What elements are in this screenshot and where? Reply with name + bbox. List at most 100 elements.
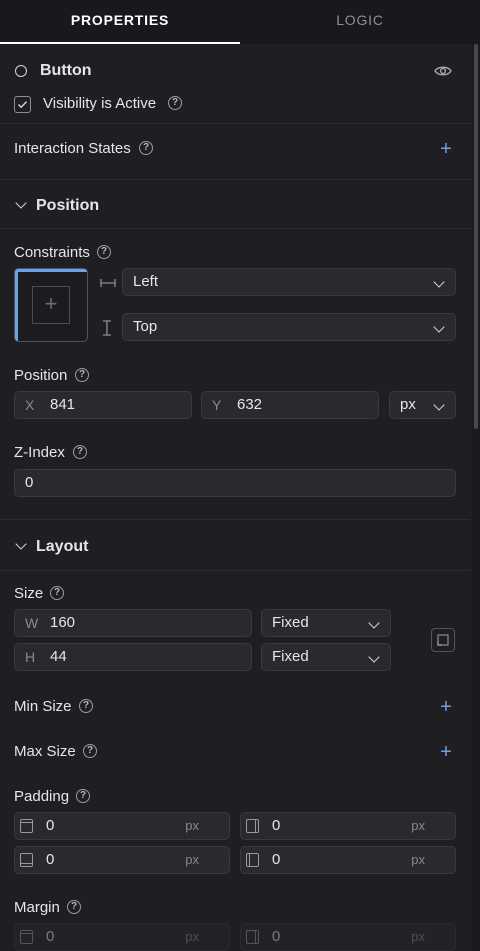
chevron-down-icon: [368, 617, 380, 629]
help-icon[interactable]: ?: [75, 368, 89, 382]
z-index-label: Z-Index: [14, 444, 65, 461]
divider: [0, 228, 470, 229]
width-input[interactable]: W 160: [14, 609, 252, 637]
padding-right-input[interactable]: 0 px: [240, 812, 456, 840]
help-icon[interactable]: ?: [76, 789, 90, 803]
scrollbar-thumb[interactable]: [474, 44, 478, 429]
help-icon[interactable]: ?: [67, 900, 81, 914]
z-index-value: 0: [25, 474, 34, 491]
padding-top-input[interactable]: 0 px: [14, 812, 230, 840]
divider: [0, 570, 470, 571]
add-interaction-state-icon[interactable]: +: [438, 139, 454, 159]
vertical-constraint-select[interactable]: Top: [122, 313, 456, 341]
margin-top-icon: [20, 930, 33, 944]
margin-right-input[interactable]: 0 px: [240, 923, 456, 951]
position-y-value: 632: [237, 396, 263, 413]
margin-top-value: 0: [46, 928, 55, 945]
vertical-constraint-value: Top: [133, 318, 158, 335]
padding-bottom-unit: px: [185, 852, 199, 867]
vertical-constraint-icon: [101, 320, 113, 336]
add-min-size-icon[interactable]: +: [438, 697, 454, 717]
padding-right-icon: [246, 819, 259, 833]
width-value: 160: [50, 614, 76, 631]
padding-label: Padding: [14, 788, 70, 805]
position-label: Position: [14, 367, 68, 384]
h-label: H: [25, 649, 36, 665]
chevron-down-icon: [433, 399, 445, 411]
component-type-icon: [15, 65, 27, 77]
tab-properties-label: PROPERTIES: [70, 12, 170, 28]
help-icon[interactable]: ?: [97, 245, 111, 259]
chevron-down-icon: [368, 651, 380, 663]
padding-top-value: 0: [46, 817, 55, 834]
help-icon[interactable]: ?: [79, 699, 93, 713]
chevron-down-icon: [433, 276, 445, 288]
help-icon[interactable]: ?: [83, 744, 97, 758]
tab-logic[interactable]: LOGIC: [240, 0, 480, 44]
component-name: Button: [40, 62, 92, 79]
chevron-down-icon[interactable]: [15, 538, 27, 550]
margin-right-value: 0: [272, 928, 281, 945]
add-max-size-icon[interactable]: +: [438, 742, 454, 762]
horizontal-constraint-select[interactable]: Left: [122, 268, 456, 296]
interaction-states-label: Interaction States: [14, 140, 131, 157]
w-label: W: [25, 615, 39, 631]
position-x-value: 841: [50, 396, 76, 413]
margin-right-icon: [246, 930, 259, 944]
z-index-input[interactable]: 0: [14, 469, 456, 497]
panel-scrollbar[interactable]: [472, 44, 480, 951]
tab-logic-label: LOGIC: [336, 12, 384, 28]
height-mode-value: Fixed: [272, 648, 309, 665]
x-label: X: [25, 397, 35, 413]
size-label: Size: [14, 585, 44, 602]
margin-top-unit: px: [185, 929, 199, 944]
margin-right-unit: px: [411, 929, 425, 944]
padding-left-input[interactable]: 0 px: [240, 846, 456, 874]
constraint-left-indicator[interactable]: [15, 269, 18, 341]
panel-tabs: PROPERTIES LOGIC: [0, 0, 480, 44]
lock-aspect-ratio-icon[interactable]: [431, 628, 455, 652]
margin-label: Margin: [14, 899, 60, 916]
width-mode-select[interactable]: Fixed: [261, 609, 391, 637]
height-input[interactable]: H 44: [14, 643, 252, 671]
horizontal-constraint-icon: [100, 276, 116, 288]
divider: [0, 123, 470, 124]
constraints-widget[interactable]: +: [14, 268, 88, 342]
position-y-input[interactable]: Y 632: [201, 391, 379, 419]
padding-bottom-input[interactable]: 0 px: [14, 846, 230, 874]
padding-bottom-value: 0: [46, 851, 55, 868]
constraint-top-indicator[interactable]: [15, 269, 87, 272]
help-icon[interactable]: ?: [50, 586, 64, 600]
section-title-layout[interactable]: Layout: [36, 538, 88, 556]
padding-top-unit: px: [185, 818, 199, 833]
margin-top-input[interactable]: 0 px: [14, 923, 230, 951]
eye-icon[interactable]: [434, 64, 452, 78]
section-title-position[interactable]: Position: [36, 197, 99, 215]
horizontal-constraint-value: Left: [133, 273, 159, 290]
constraint-inner-box: +: [32, 286, 70, 324]
y-label: Y: [212, 397, 222, 413]
position-unit-value: px: [400, 396, 416, 413]
active-tab-indicator: [0, 42, 240, 44]
padding-left-unit: px: [411, 852, 425, 867]
visibility-label: Visibility is Active: [43, 95, 157, 112]
position-unit-select[interactable]: px: [389, 391, 456, 419]
constraints-label: Constraints: [14, 244, 90, 261]
padding-bottom-icon: [20, 853, 33, 867]
padding-top-icon: [20, 819, 33, 833]
divider: [0, 179, 470, 180]
max-size-label: Max Size: [14, 743, 76, 760]
chevron-down-icon: [433, 321, 445, 333]
padding-left-value: 0: [272, 851, 281, 868]
width-mode-value: Fixed: [272, 614, 309, 631]
position-x-input[interactable]: X 841: [14, 391, 192, 419]
help-icon[interactable]: ?: [168, 96, 182, 110]
help-icon[interactable]: ?: [139, 141, 153, 155]
help-icon[interactable]: ?: [73, 445, 87, 459]
height-mode-select[interactable]: Fixed: [261, 643, 391, 671]
visibility-checkbox[interactable]: [14, 96, 31, 113]
padding-right-unit: px: [411, 818, 425, 833]
tab-properties[interactable]: PROPERTIES: [0, 0, 240, 44]
padding-right-value: 0: [272, 817, 281, 834]
chevron-down-icon[interactable]: [15, 197, 27, 209]
